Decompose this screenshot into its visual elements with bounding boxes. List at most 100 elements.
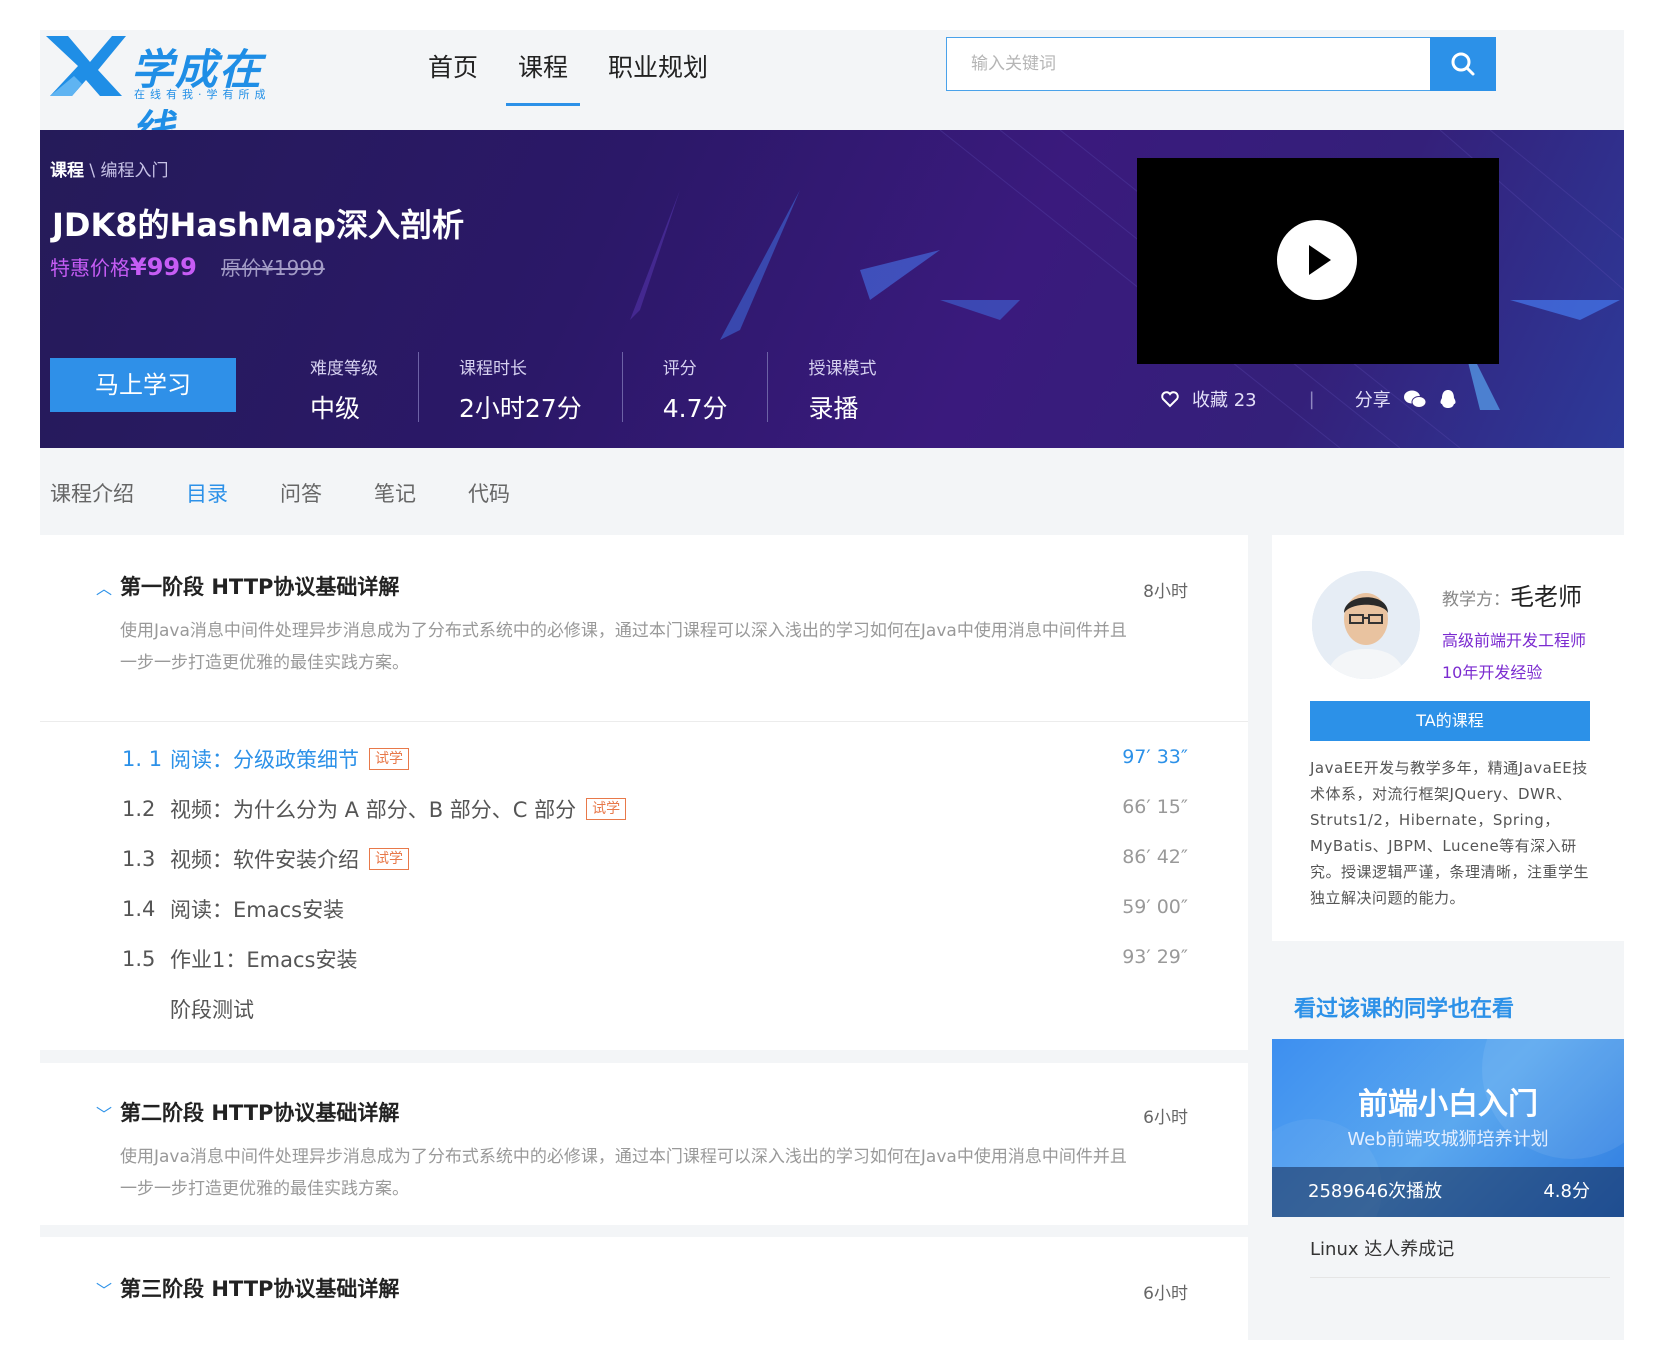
teacher-experience: 10年开发经验 xyxy=(1442,663,1543,682)
chevron-down-icon: ﹀ xyxy=(96,1105,113,1124)
main-nav: 首页 课程 职业规划 xyxy=(408,48,728,106)
play-count: 2589646次播放 xyxy=(1308,1181,1443,1202)
study-now-button[interactable]: 马上学习 xyxy=(50,358,236,412)
tab-code[interactable]: 代码 xyxy=(468,478,510,508)
tab-qa[interactable]: 问答 xyxy=(280,478,322,508)
breadcrumb-leaf[interactable]: 编程入门 xyxy=(101,161,169,181)
nav-courses[interactable]: 课程 xyxy=(498,48,588,106)
stat-label: 难度等级 xyxy=(310,359,378,379)
stage-title: 第二阶段 HTTP协议基础详解 xyxy=(120,1101,400,1125)
divider xyxy=(1310,1277,1610,1278)
lesson-title: 阶段测试 xyxy=(170,998,254,1022)
course-tabs: 课程介绍 目录 问答 笔记 代码 xyxy=(50,478,562,508)
lesson-duration: 93′ 29″ xyxy=(1122,946,1188,968)
stat-value: 2小时27分 xyxy=(459,394,582,423)
teacher-avatar[interactable] xyxy=(1312,571,1420,679)
lesson-title: 阅读：Emacs安装 xyxy=(170,898,345,922)
search-box xyxy=(946,37,1496,91)
teacher-name-value: 毛老师 xyxy=(1510,583,1582,611)
wechat-share-button[interactable] xyxy=(1403,389,1427,409)
stage-title: 第三阶段 HTTP协议基础详解 xyxy=(120,1277,400,1301)
course-banner: 课程 \ 编程入门 JDK8的HashMap深入剖析 特惠价格¥999 原价¥1… xyxy=(40,130,1624,448)
stage-hours: 8小时 xyxy=(1143,582,1188,602)
stage-title: 第一阶段 HTTP协议基础详解 xyxy=(120,575,400,599)
stat-mode: 授课模式 录播 xyxy=(767,352,916,423)
lesson-duration: 59′ 00″ xyxy=(1122,896,1188,918)
stage-hours: 6小时 xyxy=(1143,1284,1188,1304)
tab-notes[interactable]: 笔记 xyxy=(374,478,416,508)
tab-catalog[interactable]: 目录 xyxy=(186,478,228,508)
stage-panel: ︿ 第一阶段 HTTP协议基础详解 8小时 使用Java消息中间件处理异步消息成为… xyxy=(40,535,1248,1050)
qq-icon xyxy=(1440,390,1456,408)
price-label: 特惠价格 xyxy=(50,256,130,280)
share-label: 分享 xyxy=(1354,390,1391,411)
lesson-item[interactable]: 1.2 视频：为什么分为 A 部分、B 部分、C 部分 试学 xyxy=(122,794,627,824)
teacher-bio: JavaEE开发与教学多年，精通JavaEE技术体系，对流行框架JQuery、D… xyxy=(1310,759,1590,907)
top-header: 学成在线 在线有我·学有所成 首页 课程 职业规划 xyxy=(40,30,1624,155)
lesson-duration: 86′ 42″ xyxy=(1122,846,1188,868)
video-player[interactable] xyxy=(1137,158,1499,364)
trial-badge: 试学 xyxy=(369,848,409,870)
trial-badge: 试学 xyxy=(586,798,627,820)
chevron-down-icon: ﹀ xyxy=(96,1281,113,1300)
trial-badge: 试学 xyxy=(369,748,409,770)
logo-slogan: 在线有我·学有所成 xyxy=(134,88,271,101)
original-price: 原价¥1999 xyxy=(221,256,325,280)
stat-rating: 评分 4.7分 xyxy=(621,352,768,423)
page: 学成在线 在线有我·学有所成 首页 课程 职业规划 xyxy=(40,30,1624,1340)
recommended-course-card[interactable]: 前端小白入门 Web前端攻城狮培养计划 2589646次播放 4.8分 xyxy=(1272,1039,1624,1217)
stat-label: 评分 xyxy=(662,359,697,379)
tab-introduction[interactable]: 课程介绍 xyxy=(50,478,134,508)
stat-value: 中级 xyxy=(310,394,361,423)
nav-career-planning[interactable]: 职业规划 xyxy=(588,48,728,106)
teacher-title: 高级前端开发工程师 xyxy=(1442,631,1587,650)
also-watched-heading: 看过该课的同学也在看 xyxy=(1294,997,1515,1022)
logo-x-icon xyxy=(46,36,126,96)
teacher-card: 教学方：毛老师 高级前端开发工程师 10年开发经验 TA的课程 JavaEE开发… xyxy=(1272,535,1624,941)
lesson-item[interactable]: 1. 1 阅读：分级政策细节 试学 xyxy=(122,744,409,774)
stat-label: 授课模式 xyxy=(808,359,877,379)
stage-header[interactable]: ﹀ 第三阶段 HTTP协议基础详解 xyxy=(96,1273,399,1303)
lesson-title: 视频：软件安装介绍 xyxy=(170,848,359,872)
stage-description: 使用Java消息中间件处理异步消息成为了分布式系统中的必修课，通过本门课程可以深… xyxy=(120,1147,1127,1199)
stage-test-item[interactable]: 阶段测试 xyxy=(122,994,254,1024)
lesson-duration: 66′ 15″ xyxy=(1122,796,1188,818)
lesson-item[interactable]: 1.5 作业1：Emacs安装 xyxy=(122,944,357,974)
stat-value: 4.7分 xyxy=(662,394,728,423)
stage-header[interactable]: ﹀ 第二阶段 HTTP协议基础详解 xyxy=(96,1097,399,1127)
teacher-name: 教学方：毛老师 xyxy=(1442,577,1582,612)
nav-home[interactable]: 首页 xyxy=(408,48,498,106)
play-icon[interactable] xyxy=(1277,220,1357,300)
actions-divider: | xyxy=(1308,388,1315,410)
wechat-icon xyxy=(1403,390,1427,408)
stage-hours: 6小时 xyxy=(1143,1108,1188,1128)
qq-share-button[interactable] xyxy=(1439,389,1457,409)
favorite-button[interactable]: 收藏 23 xyxy=(1160,386,1257,412)
share-button[interactable]: 分享 xyxy=(1355,386,1391,412)
breadcrumb-separator: \ xyxy=(89,161,96,181)
stage-header[interactable]: ︿ 第一阶段 HTTP协议基础详解 xyxy=(96,571,399,601)
heart-icon xyxy=(1161,391,1179,408)
course-score: 4.8分 xyxy=(1543,1181,1590,1202)
search-input[interactable] xyxy=(947,38,1427,90)
price-value: ¥999 xyxy=(130,253,197,281)
lesson-item[interactable]: 1.3 视频：软件安装介绍 试学 xyxy=(122,844,409,874)
lesson-title: 作业1：Emacs安装 xyxy=(170,948,358,972)
lesson-item[interactable]: 1.4 阅读：Emacs安装 xyxy=(122,894,344,924)
lesson-title: 视频：为什么分为 A 部分、B 部分、C 部分 xyxy=(170,798,577,822)
stage-description: 使用Java消息中间件处理异步消息成为了分布式系统中的必修课，通过本门课程可以深… xyxy=(120,621,1127,673)
promo-subtitle: Web前端攻城狮培养计划 xyxy=(1347,1129,1549,1150)
course-title: JDK8的HashMap深入剖析 xyxy=(52,206,465,244)
site-logo[interactable]: 学成在线 在线有我·学有所成 xyxy=(46,36,306,155)
stat-label: 课程时长 xyxy=(459,359,527,379)
lesson-number: 1.3 xyxy=(122,847,156,871)
stat-duration: 课程时长 2小时27分 xyxy=(418,352,622,423)
stat-value: 录播 xyxy=(808,394,859,423)
recommended-course-link[interactable]: Linux 达人养成记 xyxy=(1310,1235,1454,1261)
course-actions: 收藏 23 | 分享 xyxy=(1160,386,1469,412)
search-button[interactable] xyxy=(1430,37,1496,91)
teacher-courses-button[interactable]: TA的课程 xyxy=(1310,701,1590,741)
breadcrumb-root[interactable]: 课程 xyxy=(50,161,84,181)
favorite-label: 收藏 23 xyxy=(1192,390,1257,411)
promo-stats-bar: 2589646次播放 4.8分 xyxy=(1272,1167,1624,1217)
